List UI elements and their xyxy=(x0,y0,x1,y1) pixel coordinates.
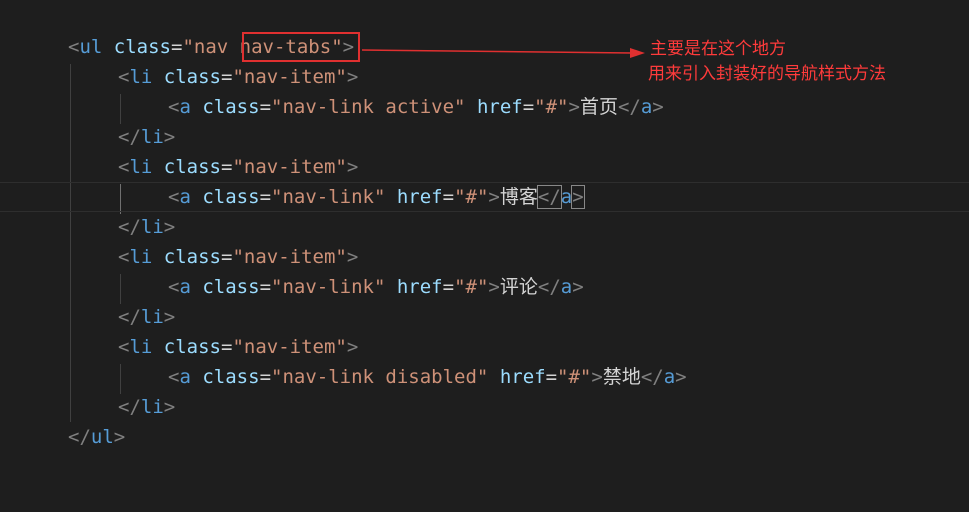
annotation-note-line1: 主要是在这个地方 xyxy=(650,39,786,59)
code-editor[interactable]: <ul class="nav nav-tabs"> <li class="nav… xyxy=(0,0,969,489)
annotation-note-line2: 用来引入封装好的导航样式方法 xyxy=(648,64,886,84)
